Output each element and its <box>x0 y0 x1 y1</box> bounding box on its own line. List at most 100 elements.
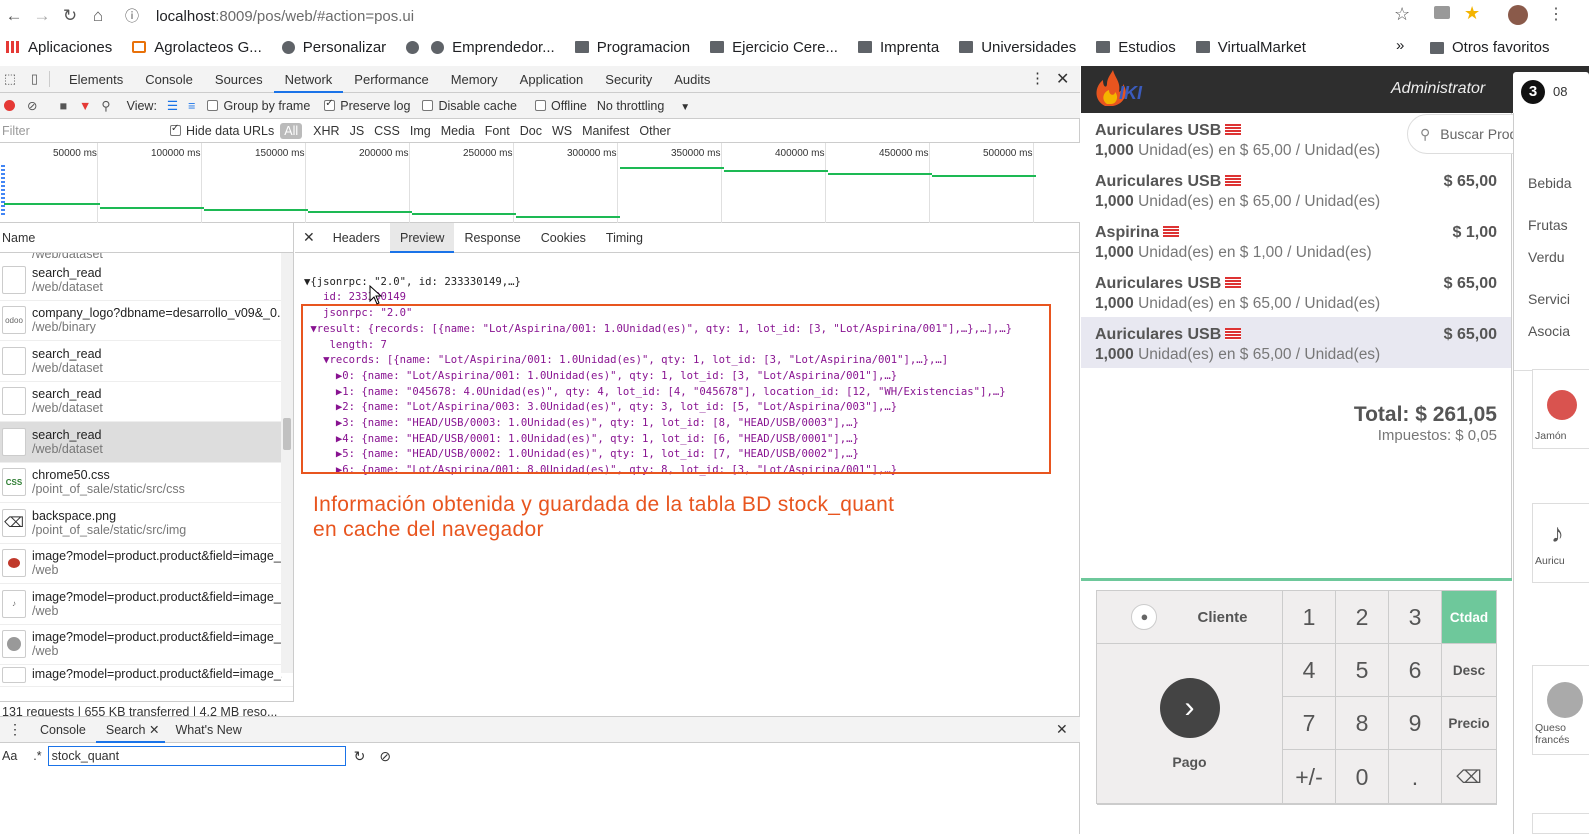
request-row[interactable]: CSS chrome50.css/point_of_sale/static/src… <box>0 463 293 503</box>
key-4[interactable]: 4 <box>1283 644 1336 697</box>
key-plus-minus[interactable]: +/- <box>1283 750 1336 805</box>
tab-security[interactable]: Security <box>594 66 663 93</box>
clear-icon[interactable]: ⊘ <box>379 748 391 765</box>
filter-type-media[interactable]: Media <box>436 124 480 138</box>
key-6[interactable]: 6 <box>1389 644 1442 697</box>
network-overview[interactable]: 50000 ms 100000 ms 150000 ms 200000 ms 2… <box>0 143 1080 223</box>
tab-cookies[interactable]: Cookies <box>531 223 596 253</box>
large-rows-icon[interactable]: ☰ <box>167 98 178 113</box>
offline-checkbox[interactable]: Offline <box>534 99 587 113</box>
order-line[interactable]: Auriculares USB $ 65,00 1,000 Unidad(es)… <box>1081 164 1511 215</box>
request-row-selected[interactable]: search_read/web/dataset <box>0 422 293 463</box>
tab-timing[interactable]: Timing <box>596 223 653 253</box>
bookmark-programacion[interactable]: Programacion <box>574 39 690 56</box>
devtools-menu-icon[interactable]: ⋮ <box>1030 69 1045 87</box>
bookmark-apps[interactable]: Aplicaciones <box>6 39 112 56</box>
product-card[interactable]: Queso francés <box>1532 665 1589 755</box>
scroll-thumb[interactable] <box>283 418 291 450</box>
info-icon[interactable]: ⓘ <box>118 2 146 30</box>
bookmark-agrolacteos[interactable]: Agrolacteos G... <box>132 39 262 56</box>
product-card[interactable] <box>1532 813 1589 834</box>
tab-performance[interactable]: Performance <box>343 66 439 93</box>
json-line[interactable]: ▼{jsonrpc: "2.0", id: 233330149,…} <box>304 275 1012 291</box>
filter-type-js[interactable]: JS <box>345 124 370 138</box>
request-row[interactable]: image?model=product.product&field=image_… <box>0 544 293 584</box>
filter-type-img[interactable]: Img <box>405 124 436 138</box>
filter-type-ws[interactable]: WS <box>547 124 577 138</box>
star-outline-icon[interactable]: ☆ <box>1394 4 1410 25</box>
hide-data-urls-checkbox[interactable]: Hide data URLs <box>170 123 274 138</box>
key-7[interactable]: 7 <box>1283 697 1336 750</box>
request-row[interactable]: ⌫ backspace.png/point_of_sale/static/src/… <box>0 503 293 544</box>
tab-application[interactable]: Application <box>509 66 595 93</box>
close-icon[interactable]: ✕ <box>1056 721 1068 738</box>
drawer-tab-console[interactable]: Console <box>30 723 96 737</box>
close-icon[interactable]: ✕ <box>295 229 323 246</box>
request-row[interactable]: odoo company_logo?dbname=desarrollo_v09&_… <box>0 301 293 341</box>
bookmark-estudios[interactable]: Estudios <box>1096 39 1176 56</box>
refresh-icon[interactable]: ↻ <box>354 748 366 765</box>
close-icon[interactable]: ✕ <box>1056 69 1069 89</box>
filter-icon[interactable]: ▼ <box>79 99 91 113</box>
screenshot-icon[interactable]: ■ <box>59 99 67 113</box>
bookmark-otros-favoritos[interactable]: Otros favoritos <box>1430 39 1550 56</box>
close-icon[interactable]: ✕ <box>149 723 159 737</box>
filter-type-doc[interactable]: Doc <box>515 124 547 138</box>
bookmark-imprenta[interactable]: Imprenta <box>857 39 939 56</box>
bookmarks-more-button[interactable]: » <box>1396 37 1404 54</box>
key-1[interactable]: 1 <box>1283 591 1336 644</box>
drawer-tab-whats-new[interactable]: What's New <box>165 723 251 737</box>
bookmark-ejercicio[interactable]: Ejercicio Cere... <box>710 39 838 56</box>
drawer-tab-search[interactable]: Search ✕ <box>95 717 166 743</box>
category-bebidas[interactable]: Bebida <box>1528 175 1572 191</box>
tab-headers[interactable]: Headers <box>323 223 390 253</box>
request-list-scrollbar[interactable] <box>281 253 293 673</box>
match-case-toggle[interactable]: Aa <box>0 749 17 763</box>
bookmark-personalizar[interactable]: Personalizar <box>281 39 386 56</box>
tab-response[interactable]: Response <box>454 223 530 253</box>
key-9[interactable]: 9 <box>1389 697 1442 750</box>
key-decimal[interactable]: . <box>1389 750 1442 805</box>
bookmark-virtualmarket[interactable]: VirtualMarket <box>1195 39 1306 56</box>
key-5[interactable]: 5 <box>1336 644 1389 697</box>
key-2[interactable]: 2 <box>1336 591 1389 644</box>
category-verduras[interactable]: Verdu <box>1528 249 1565 265</box>
reload-icon[interactable]: ↻ <box>56 2 84 30</box>
filter-input[interactable]: Filter <box>0 124 160 138</box>
tab-network[interactable]: Network <box>273 66 344 93</box>
category-servicios[interactable]: Servici <box>1528 291 1570 307</box>
filter-type-font[interactable]: Font <box>480 124 515 138</box>
backspace-icon[interactable]: ⌫ <box>1442 750 1497 805</box>
request-row[interactable]: search_read/web/dataset <box>0 260 293 301</box>
avatar[interactable] <box>1508 5 1528 25</box>
order-line-selected[interactable]: Auriculares USB $ 65,00 1,000 Unidad(es)… <box>1081 317 1511 368</box>
tab-audits[interactable]: Audits <box>663 66 721 93</box>
overview-icon[interactable]: ≡ <box>188 99 195 113</box>
inspect-icon[interactable]: ⬚ <box>0 71 20 87</box>
order-line[interactable]: Auriculares USB $ 65,00 1,000 Unidad(es)… <box>1081 266 1511 317</box>
filter-type-manifest[interactable]: Manifest <box>577 124 634 138</box>
tab-preview[interactable]: Preview <box>389 222 455 253</box>
drawer-menu-icon[interactable]: ⋮ <box>0 721 30 738</box>
group-by-frame-checkbox[interactable]: Group by frame <box>207 99 310 113</box>
record-icon[interactable] <box>4 100 15 111</box>
category-frutas[interactable]: Frutas <box>1528 217 1568 233</box>
menu-icon[interactable]: ⋮ <box>1548 4 1564 24</box>
category-asociados[interactable]: Asocia <box>1528 323 1570 339</box>
mode-discount-button[interactable]: Desc <box>1442 644 1497 697</box>
order-line[interactable]: Aspirina $ 1,00 1,000 Unidad(es) en $ 1,… <box>1081 215 1511 266</box>
mode-price-button[interactable]: Precio <box>1442 697 1497 750</box>
order-tab[interactable]: 3 08 <box>1513 72 1589 113</box>
request-row[interactable]: search_read/web/dataset <box>0 382 293 422</box>
customer-button[interactable]: ● Cliente <box>1097 591 1283 644</box>
product-card[interactable]: Jamón <box>1532 369 1589 449</box>
request-row[interactable]: image?model=product.product&field=image_… <box>0 665 293 687</box>
user-name[interactable]: Administrator <box>1391 80 1485 98</box>
bookmark-universidades[interactable]: Universidades <box>959 39 1076 56</box>
tab-elements[interactable]: Elements <box>58 66 134 93</box>
request-row[interactable]: ♪ image?model=product.product&field=image… <box>0 584 293 625</box>
regex-toggle[interactable]: .* <box>17 749 41 763</box>
star-filled-icon[interactable]: ★ <box>1464 3 1480 24</box>
request-row[interactable]: image?model=product.product&field=image_… <box>0 625 293 665</box>
filter-type-other[interactable]: Other <box>634 124 675 138</box>
